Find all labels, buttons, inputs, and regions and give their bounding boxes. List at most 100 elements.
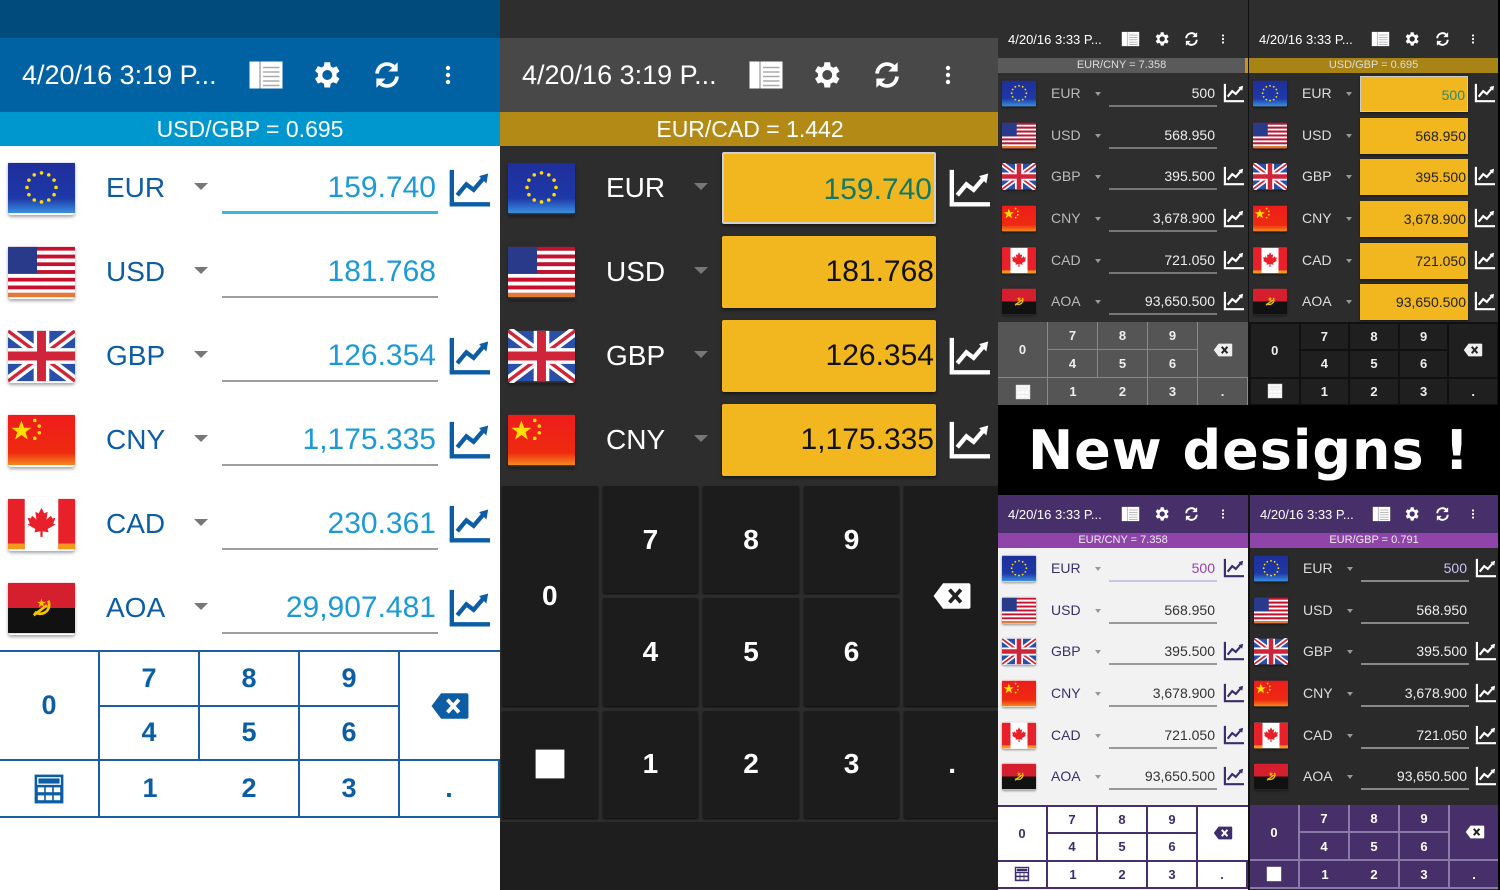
- more-vert-button[interactable]: [1207, 502, 1238, 526]
- flag-ca-icon[interactable]: [1002, 722, 1036, 749]
- chart-trend-icon[interactable]: [448, 588, 492, 628]
- chart-trend-icon[interactable]: [1223, 166, 1245, 186]
- more-vert-button[interactable]: [417, 55, 478, 95]
- chart-trend-icon[interactable]: [448, 420, 492, 460]
- key-4[interactable]: 4: [1048, 834, 1098, 862]
- backspace-key[interactable]: [1198, 807, 1248, 862]
- currency-code[interactable]: CAD: [1302, 252, 1332, 268]
- exchange-rate-bar[interactable]: USD/GBP = 0.695: [1249, 58, 1498, 73]
- key-9[interactable]: 9: [1400, 805, 1450, 833]
- currency-code[interactable]: EUR: [1303, 560, 1333, 576]
- settings-gear-button[interactable]: [1146, 502, 1177, 526]
- amount-field[interactable]: 181.768: [222, 246, 438, 298]
- more-vert-button[interactable]: [1457, 27, 1488, 51]
- flag-ca-icon[interactable]: [1002, 247, 1036, 274]
- amount-field[interactable]: 500: [1360, 76, 1468, 112]
- dropdown-caret-icon[interactable]: [1095, 133, 1101, 138]
- flag-cn-icon[interactable]: [508, 413, 575, 467]
- flag-eu-icon[interactable]: [508, 161, 575, 215]
- chart-trend-icon[interactable]: [448, 336, 492, 376]
- chart-trend-icon[interactable]: [1475, 558, 1497, 578]
- amount-field[interactable]: 126.354: [222, 330, 438, 382]
- chart-trend-icon[interactable]: [1475, 683, 1497, 703]
- amount-field[interactable]: 3,678.900: [1360, 201, 1468, 238]
- settings-gear-button[interactable]: [1396, 27, 1427, 51]
- key-8[interactable]: 8: [1350, 805, 1400, 833]
- list-view-button[interactable]: [735, 55, 796, 95]
- key-9[interactable]: 9: [300, 652, 400, 707]
- currency-code[interactable]: USD: [1051, 602, 1081, 618]
- flag-us-icon[interactable]: [1002, 122, 1036, 149]
- amount-field[interactable]: 3,678.900: [1109, 204, 1217, 233]
- currency-code[interactable]: USD: [106, 256, 165, 288]
- settings-gear-button[interactable]: [1146, 27, 1177, 51]
- flag-gb-icon[interactable]: [1253, 163, 1287, 191]
- amount-field[interactable]: 500: [1361, 554, 1469, 582]
- currency-code[interactable]: USD: [1302, 127, 1332, 143]
- dropdown-caret-icon[interactable]: [194, 267, 208, 274]
- flag-us-icon[interactable]: [8, 245, 75, 299]
- dropdown-caret-icon[interactable]: [194, 183, 208, 190]
- key-5[interactable]: 5: [1098, 834, 1148, 862]
- key-7[interactable]: 7: [1300, 324, 1349, 350]
- key-5[interactable]: 5: [200, 706, 300, 762]
- dropdown-caret-icon[interactable]: [1347, 567, 1353, 571]
- dropdown-caret-icon[interactable]: [1095, 567, 1101, 571]
- list-view-button[interactable]: [1115, 27, 1146, 51]
- dropdown-caret-icon[interactable]: [1347, 775, 1353, 780]
- key-7[interactable]: 7: [1048, 322, 1098, 350]
- chart-trend-icon[interactable]: [448, 504, 492, 544]
- dropdown-caret-icon[interactable]: [1095, 733, 1101, 738]
- currency-code[interactable]: CAD: [1051, 727, 1081, 743]
- flag-ca-icon[interactable]: [1254, 722, 1288, 749]
- amount-field[interactable]: 126.354: [722, 320, 936, 392]
- chart-trend-icon[interactable]: [448, 168, 492, 208]
- key-7[interactable]: 7: [100, 652, 200, 707]
- amount-field[interactable]: 568.950: [1360, 117, 1468, 154]
- key-0[interactable]: 0: [998, 322, 1048, 378]
- flag-eu-icon[interactable]: [1254, 555, 1288, 582]
- dropdown-caret-icon[interactable]: [1095, 300, 1101, 305]
- chart-trend-icon[interactable]: [1475, 766, 1497, 786]
- exchange-rate-bar[interactable]: EUR/CNY = 7.358: [998, 533, 1248, 548]
- exchange-rate-bar[interactable]: EUR/GBP = 0.791: [1250, 533, 1498, 548]
- amount-field[interactable]: 93,650.500: [1109, 287, 1217, 316]
- key-6[interactable]: 6: [1148, 350, 1198, 378]
- chart-trend-icon[interactable]: [1223, 291, 1245, 311]
- key-2[interactable]: 2: [1350, 378, 1398, 404]
- backspace-key[interactable]: [1450, 805, 1498, 861]
- key-8[interactable]: 8: [1350, 324, 1398, 350]
- key-4[interactable]: 4: [1300, 833, 1350, 861]
- key-0[interactable]: 0: [1250, 805, 1300, 861]
- currency-code[interactable]: AOA: [106, 592, 165, 624]
- dropdown-caret-icon[interactable]: [1347, 692, 1353, 697]
- more-vert-button[interactable]: [1207, 27, 1238, 51]
- amount-field[interactable]: 395.500: [1361, 637, 1469, 666]
- amount-field[interactable]: 568.950: [1109, 596, 1217, 624]
- key-8[interactable]: 8: [200, 652, 300, 707]
- list-view-button[interactable]: [1366, 502, 1397, 526]
- chart-trend-icon[interactable]: [1474, 291, 1496, 311]
- currency-code[interactable]: USD: [1051, 127, 1081, 143]
- settings-gear-button[interactable]: [296, 55, 357, 95]
- flag-eu-icon[interactable]: [1002, 555, 1036, 582]
- amount-field[interactable]: 500: [1109, 554, 1217, 582]
- key-4[interactable]: 4: [602, 598, 699, 706]
- refresh-button[interactable]: [857, 55, 918, 95]
- key-decimal[interactable]: .: [904, 710, 1000, 818]
- key-2[interactable]: 2: [1098, 861, 1148, 889]
- dropdown-caret-icon[interactable]: [694, 351, 708, 358]
- key-3[interactable]: 3: [1400, 861, 1450, 889]
- more-vert-button[interactable]: [917, 55, 978, 95]
- key-6[interactable]: 6: [1400, 833, 1450, 861]
- flag-ca-icon[interactable]: [1253, 247, 1287, 274]
- chart-trend-icon[interactable]: [1223, 208, 1245, 228]
- amount-field[interactable]: 230.361: [222, 498, 438, 550]
- key-8[interactable]: 8: [1098, 322, 1148, 350]
- calculator-key[interactable]: [998, 378, 1048, 405]
- calculator-key[interactable]: [502, 710, 598, 818]
- amount-field[interactable]: 159.740: [222, 162, 438, 214]
- currency-code[interactable]: EUR: [1051, 85, 1081, 101]
- flag-cn-icon[interactable]: [1253, 205, 1287, 232]
- dropdown-caret-icon[interactable]: [1095, 608, 1101, 613]
